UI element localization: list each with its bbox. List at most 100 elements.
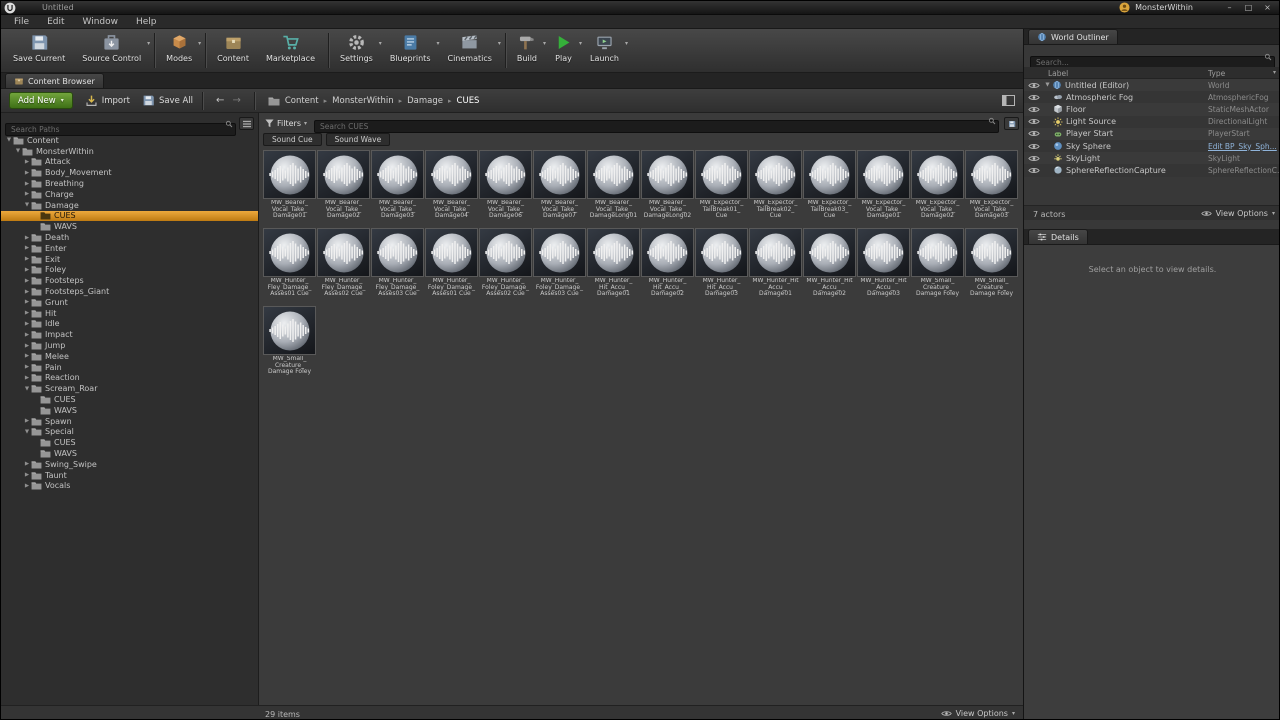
breadcrumb-damage[interactable]: Damage — [407, 96, 443, 106]
tree-item-wavs[interactable]: WAVS — [1, 448, 258, 459]
tree-item-vocals[interactable]: ▶Vocals — [1, 481, 258, 492]
play-button[interactable]: ▾Play — [548, 32, 584, 63]
back-button[interactable]: ← — [212, 95, 228, 106]
cinematics-button[interactable]: ▾Cinematics — [441, 32, 502, 63]
asset-tile[interactable]: MW_Bearer_Vocal_Take_Damage04 — [425, 150, 478, 226]
close-button[interactable]: × — [1258, 2, 1277, 14]
tree-item-footsteps-giant[interactable]: ▶Footsteps_Giant — [1, 286, 258, 297]
tree-expand-arrow[interactable]: ▼ — [23, 386, 31, 392]
tree-expand-arrow[interactable]: ▶ — [23, 235, 31, 241]
breadcrumb-cues[interactable]: CUES — [457, 96, 480, 106]
tree-item-pain[interactable]: ▶Pain — [1, 362, 258, 373]
tree-expand-arrow[interactable]: ▼ — [5, 137, 13, 143]
source-control-button[interactable]: ▾Source Control — [76, 32, 152, 63]
column-header-type[interactable]: Type — [1208, 69, 1225, 78]
asset-tile[interactable]: MW_Small_Creature_Damage Foley — [911, 228, 964, 304]
asset-tile[interactable]: MW_Hunter_Foley_Damage_Asses03 Cue — [533, 228, 586, 304]
breadcrumb-content[interactable]: Content — [285, 96, 319, 106]
asset-tile[interactable]: MW_Bearer_Vocal_Take_Damage06 — [479, 150, 532, 226]
asset-tile[interactable]: MW_Hunter_Hit_Accu_Damage01 — [587, 228, 640, 304]
tree-item-monsterwithin[interactable]: ▼MonsterWithin — [1, 146, 258, 157]
save-current-button[interactable]: Save Current — [7, 32, 76, 63]
tree-expand-arrow[interactable]: ▶ — [23, 289, 31, 295]
build-button[interactable]: ▾Build — [511, 32, 548, 63]
content-browser-tab[interactable]: Content Browser — [5, 73, 104, 88]
tree-item-foley[interactable]: ▶Foley — [1, 265, 258, 276]
tree-item-swing-swipe[interactable]: ▶Swing_Swipe — [1, 459, 258, 470]
tree-item-wavs[interactable]: WAVS — [1, 221, 258, 232]
tree-expand-arrow[interactable]: ▶ — [23, 375, 31, 381]
content-button[interactable]: Content — [211, 32, 260, 63]
asset-tile[interactable]: MW_Hunter_Hit_Accu_Damage02 — [641, 228, 694, 304]
tree-item-damage[interactable]: ▼Damage — [1, 200, 258, 211]
tree-expand-arrow[interactable]: ▶ — [23, 159, 31, 165]
asset-tile[interactable]: MW_Bearer_Vocal_Take_DamageLong01 — [587, 150, 640, 226]
tree-item-cues[interactable]: CUES — [1, 394, 258, 405]
tree-item-cues[interactable]: CUES — [1, 211, 258, 222]
path-options-button[interactable] — [239, 117, 254, 130]
visibility-eye-icon[interactable] — [1028, 130, 1040, 137]
tree-item-attack[interactable]: ▶Attack — [1, 157, 258, 168]
settings-button[interactable]: ▾Settings — [334, 32, 384, 63]
breadcrumb-monsterwithin[interactable]: MonsterWithin — [332, 96, 393, 106]
outliner-row-untitled-editor-[interactable]: ▼Untitled (Editor)World — [1024, 79, 1280, 91]
asset-tile[interactable]: MW_Expector_TailBreak01_Cue — [695, 150, 748, 226]
tree-item-hit[interactable]: ▶Hit — [1, 308, 258, 319]
visibility-eye-icon[interactable] — [1028, 82, 1040, 89]
asset-tile[interactable]: MW_Hunter_Foley_Damage_Asses02 Cue — [479, 228, 532, 304]
outliner-row-light-source[interactable]: Light SourceDirectionalLight — [1024, 116, 1280, 128]
tree-item-impact[interactable]: ▶Impact — [1, 329, 258, 340]
add-new-button[interactable]: Add New ▾ — [9, 92, 73, 109]
tree-item-enter[interactable]: ▶Enter — [1, 243, 258, 254]
asset-tile[interactable]: MW_Hunter_Hit_Accu_Damage03 — [857, 228, 910, 304]
tree-expand-arrow[interactable]: ▶ — [23, 472, 31, 478]
tree-item-spawn[interactable]: ▶Spawn — [1, 416, 258, 427]
tree-expand-arrow[interactable]: ▶ — [23, 267, 31, 273]
asset-tile[interactable]: MW_Hunter_Hit_Accu_Damage01 — [749, 228, 802, 304]
forward-button[interactable]: → — [228, 95, 244, 106]
menu-window[interactable]: Window — [74, 15, 128, 28]
visibility-eye-icon[interactable] — [1028, 143, 1040, 150]
tree-expand-arrow[interactable]: ▶ — [23, 256, 31, 262]
maximize-button[interactable]: □ — [1239, 2, 1258, 14]
menu-help[interactable]: Help — [127, 15, 166, 28]
tree-item-charge[interactable]: ▶Charge — [1, 189, 258, 200]
tree-item-grunt[interactable]: ▶Grunt — [1, 297, 258, 308]
tree-item-footsteps[interactable]: ▶Footsteps — [1, 275, 258, 286]
actor-type[interactable]: Edit BP_Sky_Sph... — [1208, 142, 1280, 151]
asset-tile[interactable]: MW_Bearer_Vocal_Take_Damage07 — [533, 150, 586, 226]
details-tab[interactable]: Details — [1028, 229, 1088, 244]
tree-item-exit[interactable]: ▶Exit — [1, 254, 258, 265]
tree-item-body-movement[interactable]: ▶Body_Movement — [1, 167, 258, 178]
asset-tile[interactable]: MW_Expector_Vocal_Take_Damage01 — [857, 150, 910, 226]
launch-button[interactable]: ▾Launch — [584, 32, 630, 63]
panel-toggle-icon[interactable] — [1002, 94, 1015, 107]
world-outliner-tab[interactable]: World Outliner — [1028, 29, 1118, 44]
tree-expand-arrow[interactable]: ▶ — [23, 343, 31, 349]
tree-expand-arrow[interactable]: ▶ — [23, 321, 31, 327]
tree-item-jump[interactable]: ▶Jump — [1, 340, 258, 351]
asset-tile[interactable]: MW_Bearer_Vocal_Take_Damage01 — [263, 150, 316, 226]
outliner-row-floor[interactable]: FloorStaticMeshActor — [1024, 103, 1280, 115]
tree-expand-arrow[interactable]: ▼ — [23, 429, 31, 435]
tree-item-special[interactable]: ▼Special — [1, 427, 258, 438]
tree-expand-arrow[interactable]: ▶ — [23, 170, 31, 176]
expand-arrow[interactable]: ▼ — [1043, 82, 1052, 88]
tree-item-breathing[interactable]: ▶Breathing — [1, 178, 258, 189]
filter-chip-sound-wave[interactable]: Sound Wave — [326, 133, 391, 146]
asset-tile[interactable]: MW_Hunter_Fley_Damage_Asses03 Cue — [371, 228, 424, 304]
visibility-eye-icon[interactable] — [1028, 106, 1040, 113]
asset-tile[interactable]: MW_Small_Creature_Damage Foley — [965, 228, 1018, 304]
tree-expand-arrow[interactable]: ▶ — [23, 364, 31, 370]
asset-tile[interactable]: MW_Hunter_Foley_Damage_Asses01 Cue — [425, 228, 478, 304]
tree-expand-arrow[interactable]: ▼ — [23, 202, 31, 208]
tree-expand-arrow[interactable]: ▶ — [23, 353, 31, 359]
asset-tile[interactable]: MW_Bearer_Vocal_Take_DamageLong02 — [641, 150, 694, 226]
column-header-label[interactable]: Label — [1048, 69, 1068, 78]
tree-expand-arrow[interactable]: ▶ — [23, 299, 31, 305]
tree-expand-arrow[interactable]: ▼ — [14, 148, 22, 154]
outliner-row-sky-sphere[interactable]: Sky SphereEdit BP_Sky_Sph... — [1024, 140, 1280, 152]
asset-tile[interactable]: MW_Expector_Vocal_Take_Damage02 — [911, 150, 964, 226]
tree-expand-arrow[interactable]: ▶ — [23, 278, 31, 284]
import-button[interactable]: Import — [85, 94, 130, 107]
